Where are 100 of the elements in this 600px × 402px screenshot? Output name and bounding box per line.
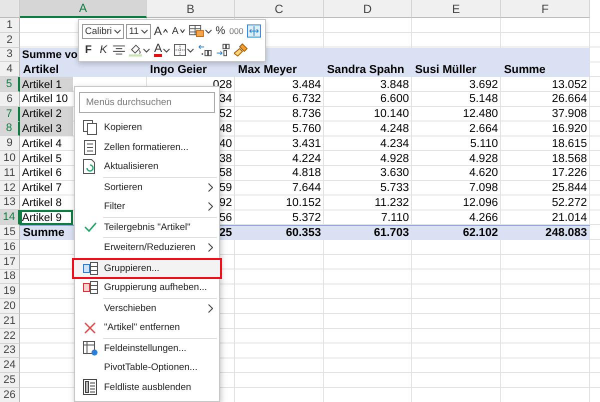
chevron-down-icon bbox=[140, 28, 148, 34]
row-header[interactable]: 18 bbox=[0, 270, 20, 284]
column-header[interactable]: F bbox=[501, 0, 590, 18]
row-header[interactable]: 22 bbox=[0, 328, 20, 344]
row-header[interactable]: 2 bbox=[0, 32, 20, 48]
font-dropdown[interactable]: Calibri bbox=[82, 24, 124, 38]
table-cell-text: 5.148 bbox=[468, 92, 499, 107]
table-cell-text: 13.052 bbox=[550, 78, 588, 92]
row-header[interactable]: 9 bbox=[0, 136, 20, 152]
row-header[interactable]: 1 bbox=[0, 18, 20, 33]
row-header[interactable]: 15 bbox=[0, 225, 20, 240]
row-header[interactable]: 21 bbox=[0, 314, 20, 329]
row-header[interactable]: 16 bbox=[0, 240, 20, 255]
row-header[interactable]: 20 bbox=[0, 299, 20, 314]
menu-item[interactable]: Kopieren bbox=[75, 118, 219, 138]
row-header[interactable]: 5 bbox=[0, 77, 20, 92]
borders-button[interactable] bbox=[173, 44, 196, 56]
table-cell-text: 12.096 bbox=[462, 196, 499, 210]
table-cell-text: 25 bbox=[218, 226, 233, 240]
row-header[interactable]: 25 bbox=[0, 373, 20, 388]
row-header[interactable]: 14 bbox=[0, 210, 20, 226]
menu-item[interactable]: Aktualisieren bbox=[75, 157, 219, 176]
chevron-down-icon bbox=[114, 28, 121, 34]
row-header[interactable]: 17 bbox=[0, 254, 20, 270]
row-header[interactable]: 3 bbox=[0, 48, 20, 62]
font-size-dropdown[interactable]: 11 bbox=[126, 24, 151, 38]
grow-font-button[interactable]: A bbox=[152, 24, 169, 38]
table-cell-text: 58 bbox=[218, 166, 233, 181]
table-cell-text: 4.928 bbox=[468, 152, 499, 166]
menu-item[interactable]: Gruppieren... bbox=[73, 258, 221, 278]
table-cell-text: 34 bbox=[218, 92, 233, 107]
field-list-icon bbox=[83, 379, 97, 396]
row-header[interactable]: 23 bbox=[0, 344, 20, 358]
table-cell-text: Artikel 7 bbox=[21, 181, 62, 196]
format-cells-icon bbox=[84, 140, 96, 155]
decrease-decimal-button[interactable] bbox=[215, 43, 232, 57]
menu-item[interactable]: Zellen formatieren... bbox=[75, 138, 219, 157]
table-format-button[interactable] bbox=[188, 25, 212, 37]
table-cell-text: 12.480 bbox=[462, 107, 499, 122]
table-cell-text: 3.848 bbox=[379, 78, 410, 92]
table-cell-text: Artikel 6 bbox=[21, 166, 62, 181]
menu-item[interactable]: Erweitern/Reduzieren bbox=[75, 238, 219, 258]
row-header[interactable]: 6 bbox=[0, 92, 20, 107]
fill-color-button[interactable] bbox=[128, 43, 152, 57]
table-cell: Artikel 2 bbox=[20, 106, 73, 122]
menu-item[interactable]: Feldeinstellungen... bbox=[75, 338, 219, 358]
table-cell-text: 37.908 bbox=[550, 107, 588, 122]
table-cell-text: 17.226 bbox=[550, 166, 588, 181]
shrink-font-button[interactable]: A bbox=[170, 26, 186, 36]
italic-button[interactable]: K bbox=[96, 44, 110, 56]
row-header[interactable]: 7 bbox=[0, 106, 20, 122]
format-painter-button[interactable] bbox=[233, 43, 250, 57]
thousands-separator-button[interactable]: 000 bbox=[228, 26, 244, 36]
refresh-icon bbox=[83, 159, 97, 174]
row-header[interactable]: 24 bbox=[0, 358, 20, 374]
percent-button[interactable]: % bbox=[214, 25, 226, 37]
menu-item[interactable]: Verschieben bbox=[75, 298, 219, 318]
row-header[interactable]: 26 bbox=[0, 388, 20, 402]
fill-bucket-icon bbox=[129, 43, 142, 57]
table-cell-text: 60.353 bbox=[284, 226, 322, 240]
table-cell-text: Artikel 4 bbox=[21, 136, 62, 152]
menu-item[interactable]: Feldliste ausblenden bbox=[75, 378, 219, 397]
menu-item[interactable]: Teilergebnis "Artikel" bbox=[75, 218, 219, 237]
table-cell-text: 48 bbox=[218, 122, 233, 136]
row-header[interactable]: 4 bbox=[0, 62, 20, 78]
row-header[interactable]: 19 bbox=[0, 284, 20, 300]
column-header[interactable]: E bbox=[412, 0, 501, 18]
increase-decimal-button[interactable] bbox=[197, 43, 214, 57]
table-cell-text: 21.014 bbox=[550, 210, 588, 226]
align-center-button[interactable] bbox=[112, 45, 126, 55]
table-cell-text: 52.272 bbox=[550, 196, 588, 210]
table-cell-text: 26.664 bbox=[550, 92, 588, 107]
row-header[interactable]: 11 bbox=[0, 166, 20, 181]
menu-item[interactable]: Filter bbox=[75, 197, 219, 216]
column-header[interactable]: B bbox=[147, 0, 235, 18]
align-center-icon bbox=[113, 45, 126, 55]
column-header[interactable]: C bbox=[235, 0, 324, 18]
table-cell: Artikel 9 bbox=[20, 210, 73, 226]
row-header[interactable]: 12 bbox=[0, 180, 20, 196]
menu-item[interactable]: PivotTable-Optionen... bbox=[75, 358, 219, 378]
close-icon bbox=[84, 322, 96, 334]
table-cell-text: 52 bbox=[218, 107, 233, 122]
decrease-decimal-icon bbox=[216, 43, 230, 57]
search-field[interactable]: Menüs durchsuchen bbox=[79, 92, 215, 113]
table-cell-text: 4.248 bbox=[379, 122, 410, 136]
column-header[interactable]: D bbox=[324, 0, 412, 18]
table-cell-text: 7.098 bbox=[468, 181, 499, 196]
row-header[interactable]: 10 bbox=[0, 151, 20, 166]
menu-item[interactable]: "Artikel" entfernen bbox=[75, 318, 219, 338]
menu-item[interactable]: Gruppierung aufheben... bbox=[75, 278, 219, 298]
menu-item[interactable]: Sortieren bbox=[75, 178, 219, 197]
font-color-button[interactable]: A bbox=[153, 43, 172, 57]
bold-button[interactable]: F bbox=[82, 44, 95, 56]
table-cell: Artikel 3 bbox=[20, 122, 73, 136]
row-header[interactable]: 13 bbox=[0, 196, 20, 210]
column-heading-cell-text: Sandra Spahn bbox=[326, 62, 406, 78]
column-header[interactable]: A bbox=[20, 0, 147, 18]
autofit-button[interactable] bbox=[246, 24, 262, 38]
table-cell-text: 6.732 bbox=[291, 92, 322, 107]
row-header[interactable]: 8 bbox=[0, 122, 20, 136]
